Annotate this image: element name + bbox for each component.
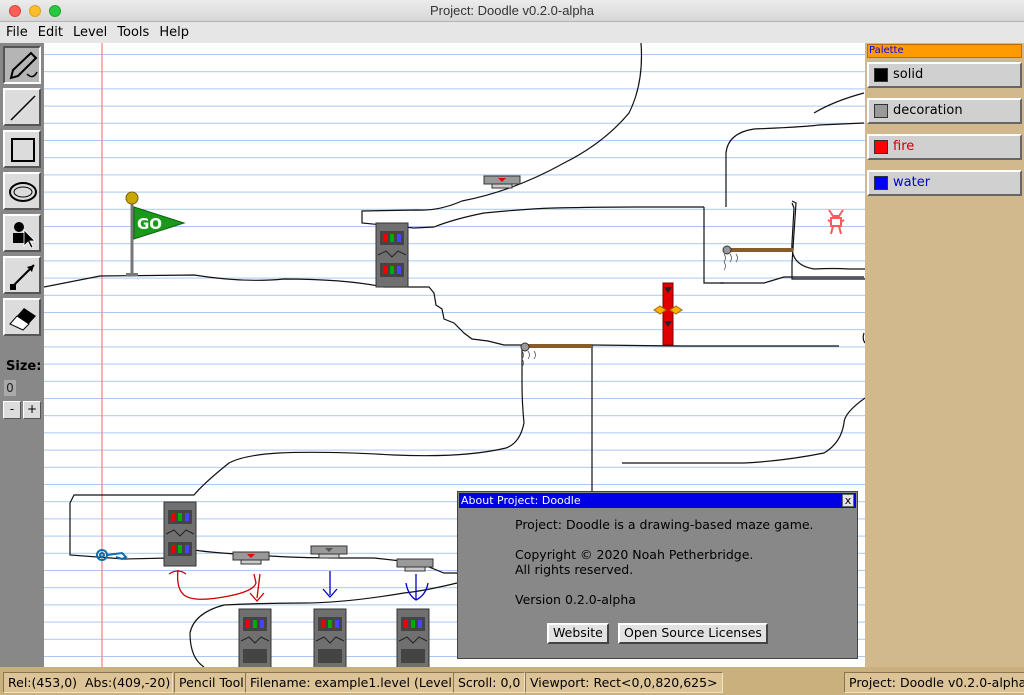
about-copyright: Copyright © 2020 Noah Petherbridge.: [515, 547, 754, 562]
menu-help[interactable]: Help: [154, 22, 194, 43]
title-bar: Project: Doodle v0.2.0-alpha: [0, 0, 1024, 22]
minimize-window-button[interactable]: [29, 5, 41, 17]
status-bar: Rel:(453,0) Abs:(409,-20) Pencil Tool Fi…: [0, 667, 1024, 695]
status-tool: Pencil Tool: [174, 672, 249, 693]
size-value: 0: [4, 380, 16, 396]
size-decrease-button[interactable]: -: [3, 401, 21, 419]
dialog-close-icon[interactable]: x: [842, 494, 854, 507]
menu-edit[interactable]: Edit: [33, 22, 68, 43]
status-coords: Rel:(453,0) Abs:(409,-20): [3, 672, 173, 693]
palette-panel: Palette solid decoration fire water: [865, 43, 1024, 667]
swatch-chip: [874, 140, 888, 154]
dialog-title-bar: About Project: Doodle x: [459, 493, 856, 508]
app-window: Project: Doodle v0.2.0-alpha File Edit Lev…: [0, 0, 1024, 695]
size-label: Size:: [6, 359, 42, 374]
swatch-decoration[interactable]: decoration: [867, 98, 1022, 124]
close-window-button[interactable]: [9, 5, 21, 17]
swatch-water[interactable]: water: [867, 170, 1022, 196]
status-title: Project: Doodle v0.2.0-alpha: [844, 672, 1024, 693]
doodad-tool-button[interactable]: [3, 214, 41, 252]
status-scroll: Scroll: 0,0: [453, 672, 526, 693]
about-description: Project: Doodle is a drawing-based maze …: [515, 517, 814, 532]
swatch-fire[interactable]: fire: [867, 134, 1022, 160]
eraser-tool-button[interactable]: [3, 298, 41, 336]
eraser-icon: [9, 308, 36, 331]
tool-bar: Size: 0 - +: [0, 43, 44, 667]
link-tool-button[interactable]: [3, 256, 41, 294]
rectangle-icon: [11, 138, 35, 162]
swatch-chip: [874, 176, 888, 190]
maximize-window-button[interactable]: [49, 5, 61, 17]
website-button[interactable]: Website: [547, 623, 609, 644]
swatch-solid[interactable]: solid: [867, 62, 1022, 88]
line-tool-button[interactable]: [3, 88, 41, 126]
menu-bar: File Edit Level Tools Help: [0, 22, 1024, 43]
swatch-chip: [874, 104, 888, 118]
open-source-licenses-button[interactable]: Open Source Licenses: [618, 623, 768, 644]
about-dialog: About Project: Doodle x Project: Doodle …: [457, 491, 858, 659]
about-rights: All rights reserved.: [515, 562, 634, 577]
menu-file[interactable]: File: [0, 22, 33, 43]
ellipse-icon: [9, 182, 37, 202]
pencil-tool-button[interactable]: [3, 46, 41, 84]
palette-title: Palette: [867, 44, 1022, 58]
doodad-cursor-icon: [13, 222, 36, 249]
swatch-chip: [874, 68, 888, 82]
pencil-icon: [9, 51, 38, 80]
menu-tools[interactable]: Tools: [112, 22, 154, 43]
link-arrow-icon: [10, 264, 35, 290]
rectangle-tool-button[interactable]: [3, 130, 41, 168]
status-viewport: Viewport: Rect<0,0,820,625>: [525, 672, 723, 693]
flag-label: GO: [137, 215, 162, 233]
size-increase-button[interactable]: +: [23, 401, 41, 419]
menu-level[interactable]: Level: [68, 22, 112, 43]
ellipse-tool-button[interactable]: [3, 172, 41, 210]
status-filename: Filename: example1.level (Level): [245, 672, 462, 693]
line-icon: [10, 95, 36, 121]
about-version: Version 0.2.0-alpha: [515, 592, 636, 607]
window-title: Project: Doodle v0.2.0-alpha: [429, 3, 595, 18]
